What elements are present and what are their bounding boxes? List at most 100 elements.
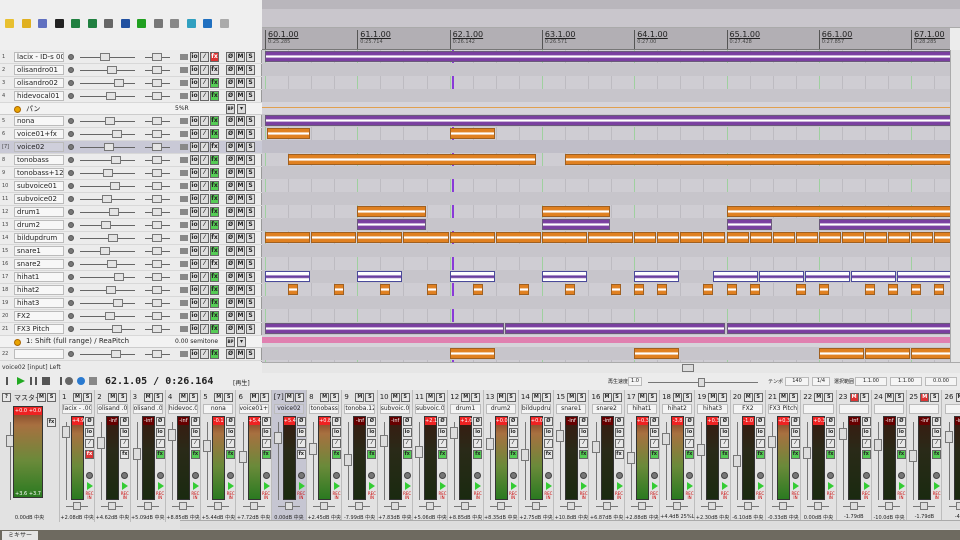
envelope-button[interactable]: ⁄: [200, 194, 209, 204]
mixer-channel[interactable]: 11 M Ssubvoic.02 +2.1 Øio ⁄ fx REC IN +5.06dB 中央: [413, 390, 449, 522]
solo-button[interactable]: S: [246, 65, 255, 75]
channel-solo-button[interactable]: S: [894, 393, 904, 402]
channel-mute-button[interactable]: M: [178, 393, 188, 402]
pan-knob[interactable]: [637, 502, 646, 510]
io-button[interactable]: io: [438, 428, 447, 437]
io-button[interactable]: io: [120, 428, 130, 437]
mixer-channel[interactable]: 20 M S FX2 -1.0 Øio ⁄ fx REC IN -6.10dB 中央: [731, 390, 766, 522]
track-name-field[interactable]: hihat3: [14, 298, 64, 308]
envelope-button[interactable]: ⁄: [200, 168, 209, 178]
phase-button[interactable]: Ø: [226, 324, 235, 334]
channel-mute-button[interactable]: M: [602, 393, 612, 402]
track-header[interactable]: 6 voice01+fx io ⁄ fx Ø M S: [0, 128, 262, 141]
channel-peak-readout[interactable]: -inf: [566, 417, 578, 425]
mixer-channel[interactable]: 9 M Stonoba.12 -inf Øio ⁄ fx REC IN -7.99dB 中央: [342, 390, 378, 522]
pan-slider-knob[interactable]: [152, 208, 162, 216]
tempo-value[interactable]: 140: [785, 377, 809, 386]
volume-slider[interactable]: [80, 277, 135, 278]
track-header[interactable]: 11 subvoice02 io ⁄ fx Ø M S: [0, 193, 262, 206]
fx-button[interactable]: fx: [210, 181, 219, 191]
channel-volume-fader[interactable]: [485, 438, 494, 450]
io-button[interactable]: io: [190, 155, 199, 165]
phase-button[interactable]: Ø: [614, 417, 624, 426]
track-lane[interactable]: [262, 296, 950, 309]
channel-mute-button[interactable]: M: [355, 393, 365, 402]
channel-peak-readout[interactable]: -inf: [354, 417, 366, 425]
io-button[interactable]: io: [261, 428, 271, 437]
ruler-mark[interactable]: 63.1.00 0:26.571: [541, 30, 575, 49]
io-button[interactable]: io: [190, 233, 199, 243]
channel-name[interactable]: [838, 404, 869, 414]
media-item[interactable]: [357, 271, 403, 282]
folder-icon[interactable]: [180, 351, 188, 357]
pause-icon[interactable]: [30, 377, 37, 385]
volume-slider-knob[interactable]: [101, 221, 111, 229]
io-button[interactable]: io: [649, 428, 659, 437]
mute-button[interactable]: M: [236, 194, 245, 204]
channel-solo-button[interactable]: S: [224, 393, 234, 402]
fx-button[interactable]: fx: [261, 450, 271, 459]
fx-button[interactable]: fx: [210, 233, 219, 243]
volume-slider[interactable]: [80, 83, 135, 84]
folder-icon[interactable]: [180, 287, 188, 293]
solo-button[interactable]: S: [246, 246, 255, 256]
channel-solo-button[interactable]: S: [718, 393, 728, 402]
envelope-button[interactable]: ⁄: [200, 233, 209, 243]
solo-button[interactable]: S: [246, 155, 255, 165]
io-button[interactable]: io: [791, 428, 800, 437]
channel-solo-button[interactable]: S: [365, 393, 375, 402]
mixer-channel[interactable]: 15 M Ssnare1 -inf Øio ⁄ fx REC IN +10.8dB 中央: [554, 390, 590, 522]
new-project-icon[interactable]: [5, 19, 14, 28]
record-arm-button[interactable]: [68, 196, 74, 202]
channel-mute-button[interactable]: M: [143, 393, 153, 402]
pan-slider-knob[interactable]: [152, 234, 162, 242]
io-button[interactable]: io: [190, 246, 199, 256]
io-button[interactable]: io: [190, 52, 199, 62]
media-item[interactable]: [818, 232, 841, 243]
mute-button[interactable]: M: [236, 168, 245, 178]
io-button[interactable]: io: [155, 428, 165, 437]
media-item[interactable]: [657, 232, 680, 243]
track-lane[interactable]: [262, 50, 950, 63]
media-item[interactable]: [380, 284, 391, 295]
track-lane[interactable]: [262, 179, 950, 192]
region-marker-bar[interactable]: [262, 0, 960, 28]
track-name-field[interactable]: voice01+fx: [14, 129, 64, 139]
channel-name[interactable]: snare2: [591, 404, 622, 414]
track-name-field[interactable]: hihat2: [14, 285, 64, 295]
phase-button[interactable]: Ø: [861, 417, 871, 426]
phase-button[interactable]: Ø: [543, 417, 553, 426]
folder-icon[interactable]: [180, 118, 188, 124]
pan-slider-knob[interactable]: [152, 260, 162, 268]
record-arm-button[interactable]: [686, 472, 694, 479]
pan-knob[interactable]: [284, 502, 293, 510]
track-name-field[interactable]: snare2: [14, 259, 64, 269]
fx-button[interactable]: fx: [579, 450, 589, 459]
track-header[interactable]: 12 drum1 io ⁄ fx Ø M S: [0, 206, 262, 219]
envelope-button[interactable]: ⁄: [200, 349, 209, 359]
phase-button[interactable]: Ø: [226, 285, 235, 295]
pan-slider-knob[interactable]: [152, 117, 162, 125]
phase-button[interactable]: Ø: [332, 417, 342, 426]
channel-name[interactable]: [944, 404, 960, 414]
track-lane[interactable]: [262, 322, 950, 335]
phase-button[interactable]: Ø: [685, 417, 695, 426]
mixer-channel[interactable]: 18 M Shihat2 -3.8 Øio ⁄ fx REC IN +4.4dB 25%L: [660, 390, 696, 522]
channel-mute-button[interactable]: M: [814, 393, 824, 402]
media-item[interactable]: [897, 271, 950, 282]
media-item[interactable]: [804, 271, 851, 282]
channel-mute-button[interactable]: M: [637, 393, 647, 402]
channel-solo-button[interactable]: S: [612, 393, 622, 402]
envelope-button[interactable]: ⁄: [720, 439, 730, 448]
media-item[interactable]: [712, 271, 758, 282]
channel-peak-readout[interactable]: +0.3: [707, 417, 720, 425]
fx-button[interactable]: fx: [210, 311, 219, 321]
fx-button[interactable]: fx: [367, 450, 377, 459]
fx-button[interactable]: fx: [210, 155, 219, 165]
channel-peak-readout[interactable]: +0.3: [813, 417, 825, 425]
media-item[interactable]: [288, 284, 299, 295]
media-item[interactable]: [657, 284, 668, 295]
stop-icon[interactable]: [42, 377, 50, 385]
fx-button[interactable]: fx: [120, 450, 130, 459]
record-arm-button[interactable]: [262, 472, 270, 479]
